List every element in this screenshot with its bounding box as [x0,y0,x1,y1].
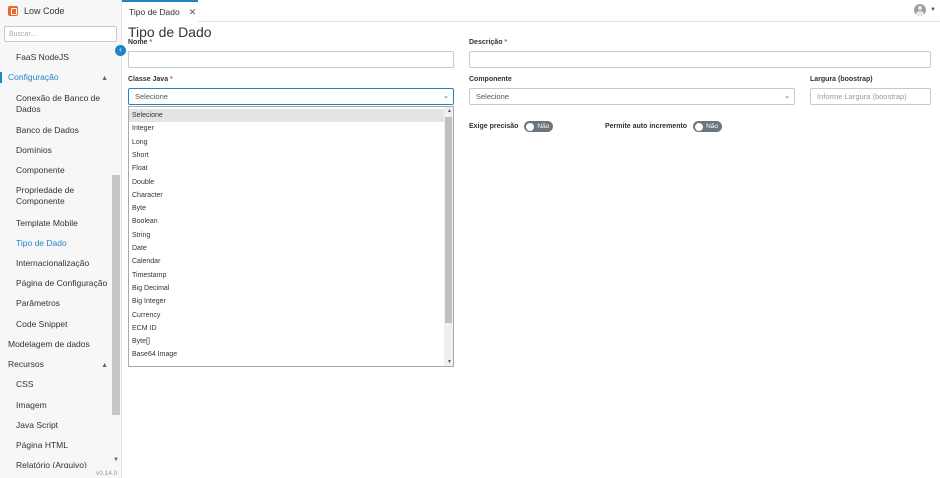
dropdown-option[interactable]: Byte [129,202,445,215]
exige-precisao-row: Exige precisão Não [469,121,554,132]
dropdown-option[interactable]: Integer [129,122,445,135]
tab-tipo-de-dado[interactable]: Tipo de Dado ✕ [122,0,198,22]
sidebar-item-template-mobile[interactable]: Template Mobile [0,218,112,229]
chevron-down-icon[interactable]: ▼ [930,7,936,13]
sidebar-item-pagina-html[interactable]: Página HTML [0,440,112,451]
toggle-text: Não [537,123,550,130]
largura-label: Largura (boostrap) [810,76,873,83]
nome-input[interactable] [128,51,454,68]
descricao-label: Descrição * [469,39,507,46]
sidebar-item-banco-dados[interactable]: Banco de Dados [0,125,112,136]
dropdown-option[interactable]: Calendar [129,255,445,268]
nome-label: Nome * [128,39,152,46]
dropdown-option[interactable]: Selecione [129,109,445,122]
sidebar-item-recursos[interactable]: Recursos ▲ [0,359,112,370]
classe-java-value: Selecione [135,92,168,101]
chevron-left-icon[interactable]: ‹ [115,45,126,56]
sidebar-item-parametros[interactable]: Parâmetros [0,298,112,309]
sidebar: Low Code FaaS NodeJS Configuração ▲ Cone… [0,0,122,478]
required-mark: * [504,39,508,46]
sidebar-item-modelagem-dados[interactable]: Modelagem de dados [0,339,112,350]
exige-precisao-toggle[interactable]: Não [524,121,554,132]
componente-value: Selecione [476,92,509,101]
required-mark: * [149,39,153,46]
sidebar-scrollbar[interactable] [112,175,120,415]
sidebar-item-css[interactable]: CSS [0,379,112,390]
lowcode-logo-icon [8,6,18,16]
descricao-label-text: Descrição [469,39,503,46]
chevron-up-icon: ▲ [101,75,108,82]
chevron-up-icon[interactable]: ▲ [447,108,452,114]
chevron-down-icon: ⌄ [443,93,449,100]
dropdown-option[interactable]: Boolean [129,215,445,228]
dropdown-scrollbar-thumb[interactable] [445,117,452,323]
sidebar-item-java-script[interactable]: Java Script [0,420,112,431]
version-label: v0.14.0 [96,470,118,477]
auto-incremento-toggle[interactable]: Não [693,121,723,132]
sidebar-item-relatorio-arquivo[interactable]: Relatório (Arquivo) [0,460,112,468]
brand-title: Low Code [24,6,65,16]
sidebar-nav: FaaS NodeJS Configuração ▲ Conexão de Ba… [0,48,112,468]
largura-placeholder: Informe Largura (boostrap) [817,92,907,101]
chevron-down-icon[interactable]: ▼ [447,359,452,365]
auto-incremento-label: Permite auto incremento [605,123,688,130]
nome-label-text: Nome [128,39,148,46]
largura-input[interactable]: Informe Largura (boostrap) [810,88,931,105]
search-input[interactable] [4,26,117,42]
dropdown-option[interactable]: Big Integer [129,295,445,308]
sidebar-item-propriedade-componente[interactable]: Propriedade de Componente [0,185,112,207]
dropdown-option[interactable]: ECM ID [129,322,445,335]
tab-bar: Tipo de Dado ✕ ▼ [122,0,940,22]
sidebar-item-internacionalizacao[interactable]: Internacionalização [0,258,112,269]
sidebar-item-tipo-de-dado[interactable]: Tipo de Dado [0,238,112,249]
chevron-down-icon[interactable]: ▼ [113,457,119,463]
auto-incremento-row: Permite auto incremento Não [605,121,723,132]
descricao-input[interactable] [469,51,931,68]
sidebar-item-pagina-configuracao[interactable]: Página de Configuração [0,278,112,289]
dropdown-option[interactable]: Date [129,242,445,255]
componente-label: Componente [469,76,512,83]
sidebar-item-code-snippet[interactable]: Code Snippet [0,319,112,330]
sidebar-item-conexao-banco[interactable]: Conexão de Banco de Dados [0,93,112,115]
dropdown-option[interactable]: Double [129,176,445,189]
sidebar-item-label: Configuração [8,72,59,82]
brand[interactable]: Low Code [0,0,122,22]
dropdown-option[interactable]: Float [129,162,445,175]
sidebar-item-imagem[interactable]: Imagem [0,400,112,411]
toggle-text: Não [706,123,719,130]
dropdown-option[interactable]: Long [129,136,445,149]
classe-java-label: Classe Java * [128,76,173,83]
dropdown-option[interactable]: Character [129,189,445,202]
dropdown-option[interactable]: Base64 Image [129,348,445,361]
exige-precisao-label: Exige precisão [469,123,519,130]
classe-java-select[interactable]: Selecione ⌄ [128,88,454,105]
close-icon[interactable]: ✕ [189,7,197,18]
dropdown-option[interactable]: Big Decimal [129,282,445,295]
page-title: Tipo de Dado [128,24,212,40]
sidebar-item-dominios[interactable]: Domínios [0,145,112,156]
dropdown-option[interactable]: Short [129,149,445,162]
chevron-up-icon: ▲ [101,362,108,369]
componente-select[interactable]: Selecione ⌄ [469,88,795,105]
sidebar-item-faas-nodejs[interactable]: FaaS NodeJS [0,52,112,63]
chevron-down-icon: ⌄ [784,93,790,100]
sidebar-item-configuracao[interactable]: Configuração ▲ [0,72,112,83]
dropdown-option[interactable]: String [129,229,445,242]
classe-java-dropdown: Selecione Integer Long Short Float Doubl… [128,106,454,367]
dropdown-option[interactable]: Byte[] [129,335,445,348]
sidebar-item-label: Recursos [8,359,44,369]
sidebar-item-componente[interactable]: Componente [0,165,112,176]
tab-label: Tipo de Dado [129,7,180,17]
classe-java-label-text: Classe Java [128,76,169,83]
dropdown-option[interactable]: Currency [129,309,445,322]
dropdown-option[interactable]: Timestamp [129,269,445,282]
required-mark: * [170,76,173,83]
user-avatar-icon[interactable] [914,4,926,16]
